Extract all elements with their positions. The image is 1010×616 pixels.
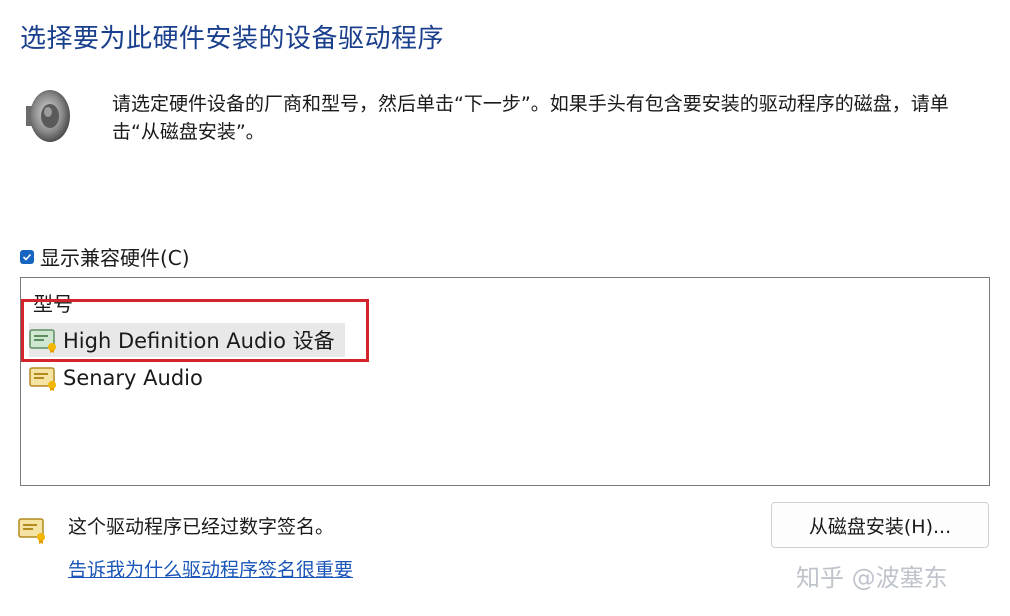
list-item-senary-audio[interactable]: Senary Audio bbox=[29, 361, 213, 395]
show-compatible-label: 显示兼容硬件(C) bbox=[40, 246, 190, 270]
show-compatible-checkbox[interactable]: 显示兼容硬件(C) bbox=[20, 242, 190, 271]
checkbox-checked-icon[interactable] bbox=[20, 249, 34, 264]
page-title: 选择要为此硬件安装的设备驱动程序 bbox=[20, 24, 445, 54]
install-driver-dialog: 选择要为此硬件安装的设备驱动程序 请选定硬件设备的厂商和型号，然后单击“下一步”… bbox=[0, 0, 1010, 616]
signed-certificate-icon bbox=[18, 518, 45, 544]
speaker-icon bbox=[26, 90, 70, 142]
list-item-label: Senary Audio bbox=[63, 366, 203, 390]
why-signing-important-link[interactable]: 告诉我为什么驱动程序签名很重要 bbox=[68, 555, 353, 582]
instructions-text: 请选定硬件设备的厂商和型号，然后单击“下一步”。如果手头有包含要安装的驱动程序的… bbox=[112, 93, 949, 143]
watermark-text: 知乎 @波塞东 bbox=[796, 564, 948, 592]
signed-status-text: 这个驱动程序已经过数字签名。 bbox=[68, 516, 335, 538]
highlight-annotation-box bbox=[21, 299, 369, 362]
driver-certificate-icon bbox=[29, 367, 56, 391]
have-disk-button[interactable]: 从磁盘安装(H)... bbox=[771, 502, 989, 548]
